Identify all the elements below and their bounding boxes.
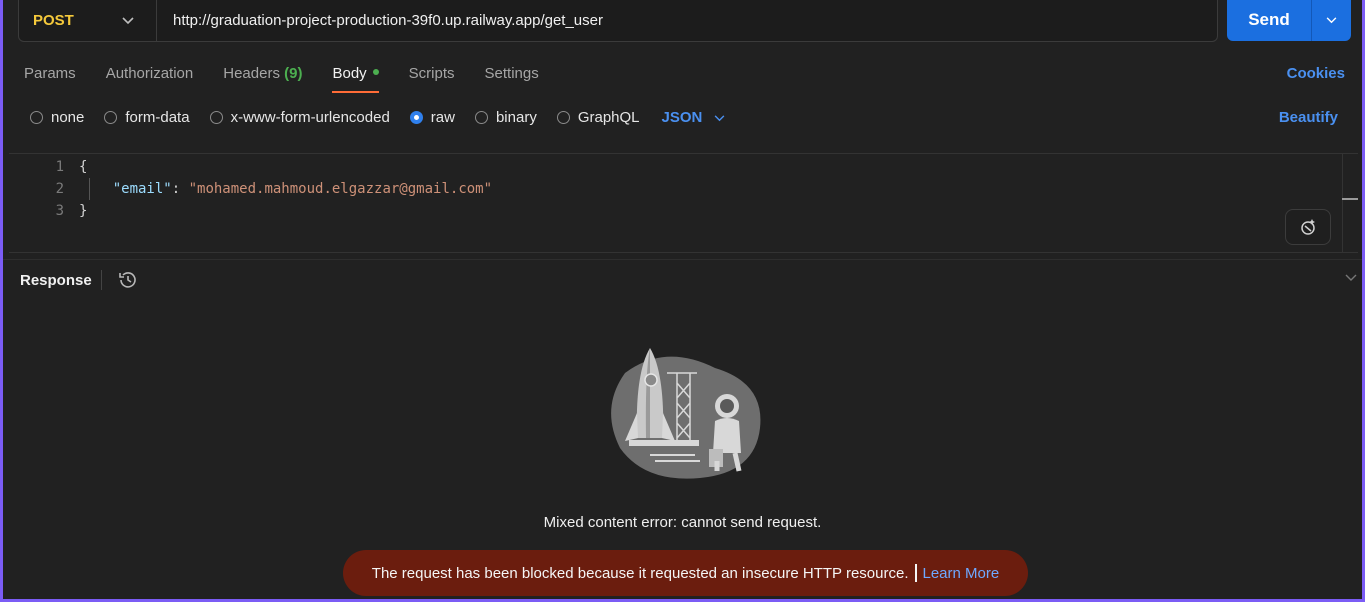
tab-params[interactable]: Params xyxy=(24,65,76,93)
radio-label: GraphQL xyxy=(577,109,640,126)
radio-label: binary xyxy=(495,109,537,126)
line-number: 2 xyxy=(55,181,64,197)
tab-body[interactable]: Body xyxy=(332,65,379,93)
radio-label: none xyxy=(51,109,85,126)
blocked-request-banner: The request has been blocked because it … xyxy=(343,550,1028,596)
radio-form-data[interactable]: form-data xyxy=(104,109,190,126)
chevron-down-icon[interactable] xyxy=(1345,271,1357,285)
tab-settings[interactable]: Settings xyxy=(485,65,539,93)
method-select[interactable]: POST xyxy=(19,0,157,41)
radio-circle xyxy=(209,111,223,124)
code-lines: { "email": "mohamed.mahmoud.elgazzar@gma… xyxy=(79,156,492,222)
response-title-divider xyxy=(101,270,102,290)
send-button[interactable]: Send xyxy=(1227,10,1311,30)
banner-text: The request has been blocked because it … xyxy=(371,564,909,582)
beautify-button[interactable]: Beautify xyxy=(1279,109,1338,126)
format-select[interactable]: JSON xyxy=(662,109,726,126)
send-options-button[interactable] xyxy=(1311,0,1351,41)
json-colon: : xyxy=(171,181,189,197)
line-numbers: 1 2 3 xyxy=(9,156,64,222)
response-divider xyxy=(0,259,1365,260)
radio-raw[interactable]: raw xyxy=(409,109,455,126)
editor-scrollbar[interactable] xyxy=(1342,154,1358,252)
send-button-group: Send xyxy=(1227,0,1351,41)
request-tabs: Params Authorization Headers (9) Body Sc… xyxy=(24,65,569,93)
radio-graphql[interactable]: GraphQL xyxy=(556,109,640,126)
format-label: JSON xyxy=(661,109,703,126)
chevron-down-icon xyxy=(122,14,134,28)
radio-binary[interactable]: binary xyxy=(474,109,537,126)
radio-none[interactable]: none xyxy=(30,109,84,126)
body-type-selector: none form-data x-www-form-urlencoded raw… xyxy=(30,109,725,126)
code-line-1: { xyxy=(79,159,88,175)
error-message: Mixed content error: cannot send request… xyxy=(543,514,822,531)
ai-assist-icon xyxy=(1301,219,1315,235)
tab-scripts[interactable]: Scripts xyxy=(409,65,455,93)
json-key: "email" xyxy=(112,181,172,197)
tab-headers-label: Headers xyxy=(223,65,280,82)
line-number: 1 xyxy=(55,159,64,175)
tab-authorization[interactable]: Authorization xyxy=(106,65,194,93)
radio-circle xyxy=(474,111,488,124)
body-editor[interactable]: 1 2 3 { "email": "mohamed.mahmoud.elgazz… xyxy=(9,153,1358,253)
editor-scrollbar-thumb[interactable] xyxy=(1342,198,1358,200)
radio-label: raw xyxy=(430,109,455,126)
body-modified-dot xyxy=(372,69,379,76)
tab-body-label: Body xyxy=(332,65,367,82)
line-number: 3 xyxy=(55,203,64,219)
learn-more-link[interactable]: Learn More xyxy=(923,565,1000,582)
radio-x-www-form-urlencoded[interactable]: x-www-form-urlencoded xyxy=(209,109,390,126)
chevron-down-icon xyxy=(1326,16,1337,23)
chevron-down-icon xyxy=(714,111,725,125)
radio-label: x-www-form-urlencoded xyxy=(230,109,390,126)
radio-circle xyxy=(104,111,118,124)
history-icon[interactable] xyxy=(116,270,138,295)
tab-headers[interactable]: Headers (9) xyxy=(223,65,302,93)
ai-assist-button[interactable] xyxy=(1285,209,1331,245)
request-url-bar: POST http://graduation-project-productio… xyxy=(18,0,1218,42)
radio-label: form-data xyxy=(125,109,190,126)
response-title: Response xyxy=(20,272,92,289)
banner-separator xyxy=(914,564,917,582)
headers-count: (9) xyxy=(284,65,303,82)
radio-circle xyxy=(556,111,570,124)
method-label: POST xyxy=(33,12,74,29)
url-input[interactable]: http://graduation-project-production-39f… xyxy=(157,12,603,29)
code-line-2: "email": "mohamed.mahmoud.elgazzar@gmail… xyxy=(79,178,492,200)
cookies-link[interactable]: Cookies xyxy=(1287,65,1345,82)
radio-circle xyxy=(30,111,43,124)
radio-circle-selected xyxy=(409,111,423,124)
code-line-3: } xyxy=(79,203,88,219)
json-value: "mohamed.mahmoud.elgazzar@gmail.com" xyxy=(188,181,493,197)
rocket-launch-illustration xyxy=(605,343,765,488)
